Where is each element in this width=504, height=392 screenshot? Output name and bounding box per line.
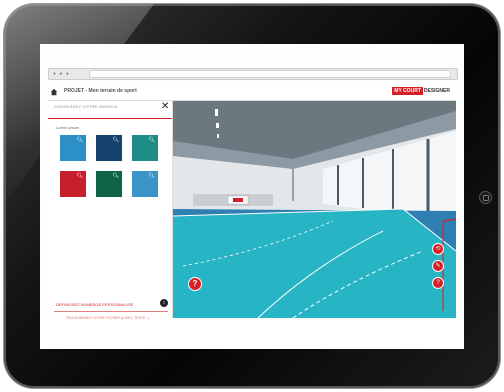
color-swatch-4[interactable]: 🔍︎ (60, 171, 86, 197)
color-swatch-3[interactable]: 🔍︎ (132, 135, 158, 161)
panel-divider (48, 118, 172, 119)
zoom-icon: 🔍︎ (148, 173, 155, 179)
close-icon[interactable]: ✕ (161, 101, 169, 112)
zoom-icon: 🔍︎ (112, 173, 119, 179)
home-icon[interactable] (50, 88, 58, 96)
home-button[interactable] (479, 191, 492, 204)
color-swatch-1[interactable]: 🔍︎ (60, 135, 86, 161)
app-header: PROJET - Mon terrain de sport MY COURT DE… (48, 84, 456, 101)
screen-footer (40, 320, 464, 349)
zoom-icon: 🔍︎ (76, 137, 83, 143)
color-swatch-2[interactable]: 🔍︎ (96, 135, 122, 161)
zoom-icon: 🔍︎ (148, 137, 155, 143)
app-screen: ● ● ● PROJET - Mon terrain de sport MY C… (40, 44, 464, 349)
court-scene (173, 101, 456, 318)
rotate-view-button[interactable]: ⟲ (433, 244, 443, 254)
brand-badge: MY COURT (392, 87, 423, 95)
court-3d-viewport[interactable]: ? ⟲ ✎ ? (173, 101, 456, 318)
zoom-icon: 🔍︎ (76, 173, 83, 179)
panel-subtitle: Lorem ipsum (56, 125, 80, 130)
browser-toolbar: ● ● ● (48, 68, 458, 80)
custom-numbers-label: DEFINISSEZ NUMEROS PERSONNALISE (56, 302, 134, 307)
project-title: PROJET - Mon terrain de sport (64, 88, 137, 94)
window-controls[interactable]: ● ● ● (53, 71, 70, 77)
info-icon[interactable]: i (160, 299, 168, 307)
brand-name: DESIGNER (423, 88, 450, 94)
section-divider (54, 311, 168, 312)
panel-title: CHOISISSEZ VOTRE MODELE (54, 104, 119, 109)
zoom-icon: 🔍︎ (112, 137, 119, 143)
model-panel: CHOISISSEZ VOTRE MODELE ✕ Lorem ipsum 🔍︎… (48, 101, 173, 337)
color-swatch-5[interactable]: 🔍︎ (96, 171, 122, 197)
edit-view-button[interactable]: ✎ (433, 261, 443, 271)
help-button[interactable]: ? (189, 278, 201, 290)
brand-logo: MY COURT DESIGNER (392, 87, 450, 95)
view-help-button[interactable]: ? (433, 278, 443, 288)
color-swatch-6[interactable]: 🔍︎ (132, 171, 158, 197)
address-bar[interactable] (89, 70, 451, 78)
